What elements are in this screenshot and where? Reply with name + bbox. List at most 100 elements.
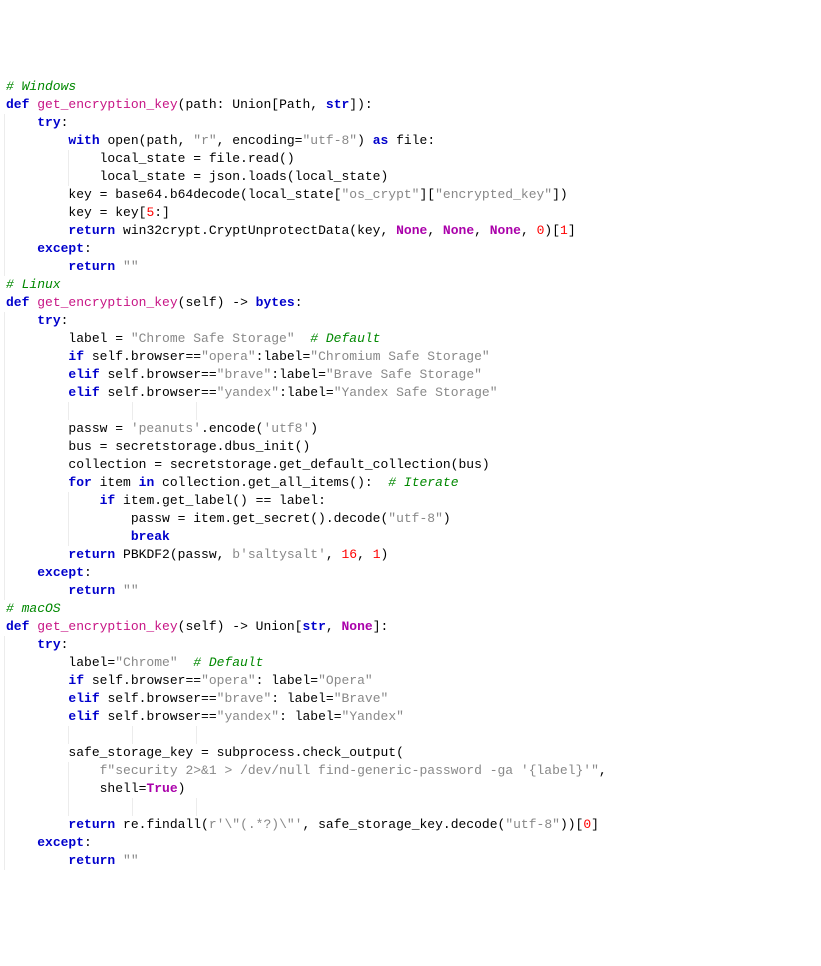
code-text[interactable]: return "" [0,852,139,870]
code-line[interactable]: except: [0,834,821,852]
code-line[interactable]: with open(path, "r", encoding="utf-8") a… [0,132,821,150]
token-id: self.browser== [84,673,201,688]
code-text[interactable]: shell=True) [0,780,185,798]
code-text[interactable]: try: [0,114,68,132]
code-line[interactable]: break [0,528,821,546]
code-text[interactable]: def get_encryption_key(path: Union[Path,… [0,96,373,114]
code-text[interactable]: for item in collection.get_all_items(): … [0,474,459,492]
code-line[interactable]: collection = secretstorage.get_default_c… [0,456,821,474]
code-line[interactable]: shell=True) [0,780,821,798]
token-str: "Yandex" [342,709,404,724]
code-text[interactable]: collection = secretstorage.get_default_c… [0,456,490,474]
code-text[interactable]: if self.browser=="opera":label="Chromium… [0,348,490,366]
token-str: "opera" [201,349,256,364]
token-cmt: # Windows [6,79,76,94]
code-line[interactable]: if self.browser=="opera": label="Opera" [0,672,821,690]
token-id: self.browser== [100,367,217,382]
code-line[interactable]: passw = item.get_secret().decode("utf-8"… [0,510,821,528]
code-text[interactable]: local_state = file.read() [0,150,295,168]
code-text[interactable]: return PBKDF2(passw, b'saltysalt', 16, 1… [0,546,388,564]
code-line[interactable]: bus = secretstorage.dbus_init() [0,438,821,456]
code-text[interactable]: elif self.browser=="yandex":label="Yande… [0,384,498,402]
code-line[interactable]: def get_encryption_key(self) -> Union[st… [0,618,821,636]
token-cmt: # Linux [6,277,61,292]
code-line[interactable]: except: [0,240,821,258]
code-text[interactable]: return win32crypt.CryptUnprotectData(key… [0,222,576,240]
code-line[interactable]: if self.browser=="opera":label="Chromium… [0,348,821,366]
code-line[interactable]: for item in collection.get_all_items(): … [0,474,821,492]
code-text[interactable]: elif self.browser=="yandex": label="Yand… [0,708,404,726]
code-text[interactable]: break [0,528,170,546]
code-text[interactable]: f"security 2>&1 > /dev/null find-generic… [0,762,607,780]
code-text[interactable]: def get_encryption_key(self) -> Union[st… [0,618,388,636]
code-text[interactable]: passw = item.get_secret().decode("utf-8"… [0,510,451,528]
code-line[interactable]: safe_storage_key = subprocess.check_outp… [0,744,821,762]
code-line[interactable]: return win32crypt.CryptUnprotectData(key… [0,222,821,240]
code-text[interactable]: elif self.browser=="brave": label="Brave… [0,690,388,708]
code-line[interactable]: label="Chrome" # Default [0,654,821,672]
code-editor[interactable]: # Windows def get_encryption_key(path: Un… [0,78,821,870]
token-id [6,853,68,868]
code-line[interactable]: elif self.browser=="brave":label="Brave … [0,366,821,384]
code-text[interactable]: if self.browser=="opera": label="Opera" [0,672,373,690]
code-line[interactable]: if item.get_label() == label: [0,492,821,510]
code-line[interactable]: elif self.browser=="yandex":label="Yande… [0,384,821,402]
token-str: b'saltysalt' [232,547,326,562]
code-line[interactable]: key = base64.b64decode(local_state["os_c… [0,186,821,204]
code-text[interactable]: with open(path, "r", encoding="utf-8") a… [0,132,435,150]
code-text[interactable]: except: [0,240,92,258]
code-line[interactable]: return "" [0,582,821,600]
code-line[interactable]: f"security 2>&1 > /dev/null find-generic… [0,762,821,780]
code-line[interactable]: label = "Chrome Safe Storage" # Default [0,330,821,348]
code-text[interactable]: # Windows [0,78,76,96]
token-id: : [61,313,69,328]
code-line[interactable]: return re.findall(r'\"(.*?)\"', safe_sto… [0,816,821,834]
code-line[interactable]: return "" [0,258,821,276]
code-text[interactable]: # macOS [0,600,61,618]
code-line[interactable] [0,726,821,744]
code-line[interactable] [0,402,821,420]
token-kw: str [326,97,349,112]
token-str: "Chrome Safe Storage" [131,331,295,346]
code-line[interactable]: passw = 'peanuts'.encode('utf8') [0,420,821,438]
code-line[interactable]: try: [0,636,821,654]
code-text[interactable]: bus = secretstorage.dbus_init() [0,438,310,456]
code-text[interactable]: try: [0,312,68,330]
code-line[interactable]: try: [0,114,821,132]
code-text[interactable]: label = "Chrome Safe Storage" # Default [0,330,380,348]
code-text[interactable]: safe_storage_key = subprocess.check_outp… [0,744,404,762]
code-text[interactable]: key = base64.b64decode(local_state["os_c… [0,186,568,204]
code-line[interactable]: key = key[5:] [0,204,821,222]
token-id: self.browser== [84,349,201,364]
code-text[interactable]: return "" [0,258,139,276]
code-text[interactable]: label="Chrome" # Default [0,654,263,672]
code-text[interactable]: except: [0,564,92,582]
code-line[interactable]: elif self.browser=="yandex": label="Yand… [0,708,821,726]
code-line[interactable]: # Linux [0,276,821,294]
code-text[interactable]: key = key[5:] [0,204,170,222]
code-text[interactable]: def get_encryption_key(self) -> bytes: [0,294,303,312]
token-id: ]) [552,187,568,202]
code-text[interactable]: except: [0,834,92,852]
code-line[interactable]: return "" [0,852,821,870]
code-line[interactable]: def get_encryption_key(path: Union[Path,… [0,96,821,114]
code-text[interactable]: local_state = json.loads(local_state) [0,168,388,186]
code-line[interactable]: local_state = json.loads(local_state) [0,168,821,186]
code-text[interactable]: # Linux [0,276,61,294]
code-line[interactable]: return PBKDF2(passw, b'saltysalt', 16, 1… [0,546,821,564]
code-text[interactable]: try: [0,636,68,654]
code-line[interactable]: # macOS [0,600,821,618]
code-text[interactable]: passw = 'peanuts'.encode('utf8') [0,420,318,438]
token-kw: if [68,673,84,688]
code-line[interactable]: except: [0,564,821,582]
code-line[interactable]: def get_encryption_key(self) -> bytes: [0,294,821,312]
code-line[interactable]: try: [0,312,821,330]
code-text[interactable]: return re.findall(r'\"(.*?)\"', safe_sto… [0,816,599,834]
code-line[interactable]: # Windows [0,78,821,96]
code-line[interactable]: local_state = file.read() [0,150,821,168]
code-line[interactable] [0,798,821,816]
code-text[interactable]: elif self.browser=="brave":label="Brave … [0,366,482,384]
code-text[interactable]: if item.get_label() == label: [0,492,326,510]
code-line[interactable]: elif self.browser=="brave": label="Brave… [0,690,821,708]
code-text[interactable]: return "" [0,582,139,600]
